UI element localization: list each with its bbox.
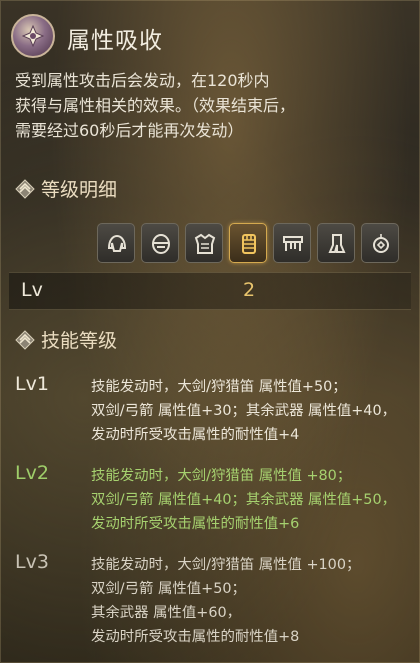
slot-gauntlet[interactable] — [229, 223, 267, 263]
slot-head-gear[interactable] — [141, 223, 179, 263]
skill-detail-panel: 属性吸收 受到属性攻击后会发动，在120秒内 获得与属性相关的效果。（效果结束后… — [0, 0, 420, 663]
level-label: Lv — [21, 279, 43, 301]
level-value: 2 — [243, 279, 256, 301]
head-gear-icon — [152, 234, 170, 254]
skill-description: 受到属性攻击后会发动，在120秒内 获得与属性相关的效果。（效果结束后， 需要经… — [15, 68, 410, 143]
slot-helmet[interactable] — [97, 223, 135, 263]
chest-armor-icon — [194, 233, 216, 254]
skill-header: 属性吸收 — [11, 9, 411, 61]
helmet-icon — [107, 234, 127, 252]
level-effect-line: 双剑/弓箭 属性值+40；其余武器 属性值+50， — [91, 492, 396, 508]
slot-charm[interactable] — [361, 223, 399, 263]
level-effect-line: 发动时所受攻击属性的耐性值+6 — [91, 516, 300, 532]
section-diamond-icon — [15, 330, 35, 350]
description-line: 需要经过60秒后才能再次发动） — [15, 121, 244, 140]
level-tag: Lv3 — [15, 551, 49, 573]
level-effect-line: 发动时所受攻击属性的耐性值+8 — [91, 629, 300, 645]
equipment-slot-row — [97, 223, 413, 263]
section-diamond-icon — [15, 179, 35, 199]
charm-icon — [373, 234, 389, 253]
description-line: 获得与属性相关的效果。（效果结束后， — [15, 96, 296, 115]
waist-armor-icon — [283, 236, 303, 251]
gauntlet-icon — [242, 234, 256, 254]
slot-chest[interactable] — [185, 223, 223, 263]
attribute-absorb-emblem-icon — [11, 14, 55, 58]
current-level-bar: Lv 2 — [9, 272, 411, 310]
level-effect-line: 技能发动时，大剑/狩猎笛 属性值+50； — [91, 379, 347, 395]
level-effect-line: 双剑/弓箭 属性值+50； — [91, 581, 246, 597]
leg-armor-icon — [328, 234, 346, 253]
level-tag: Lv1 — [15, 373, 49, 395]
level-effect-line: 技能发动时，大剑/狩猎笛 属性值 +100； — [91, 557, 361, 573]
skill-levels-heading-label: 技能等级 — [41, 330, 118, 352]
skill-title: 属性吸收 — [67, 28, 163, 54]
level-tag: Lv2 — [15, 462, 49, 484]
description-line: 受到属性攻击后会发动，在120秒内 — [15, 71, 270, 90]
level-detail-heading-label: 等级明细 — [41, 179, 118, 201]
level-effect-line: 技能发动时，大剑/狩猎笛 属性值 +80； — [91, 468, 352, 484]
level-effect-line: 发动时所受攻击属性的耐性值+4 — [91, 427, 300, 443]
slot-legs[interactable] — [317, 223, 355, 263]
level-effect-line: 其余武器 属性值+60， — [91, 605, 242, 621]
slot-waist[interactable] — [273, 223, 311, 263]
level-effect-line: 双剑/弓箭 属性值+30；其余武器 属性值+40， — [91, 403, 396, 419]
